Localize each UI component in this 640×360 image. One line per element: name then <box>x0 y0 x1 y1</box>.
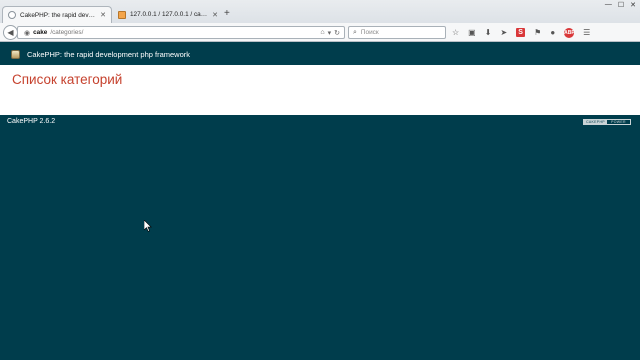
tab-label: 127.0.0.1 / 127.0.0.1 / cake_... <box>130 11 209 18</box>
tab-cakephp[interactable]: CakePHP: the rapid develo... ✕ <box>2 6 112 23</box>
cakephp-power-badge[interactable]: CAKEPHP POWER <box>583 119 631 125</box>
window-controls: — ☐ ✕ <box>605 1 636 9</box>
url-path: /categories/ <box>50 29 84 36</box>
page-header-title[interactable]: CakePHP: the rapid development php frame… <box>27 50 190 59</box>
tab-label: CakePHP: the rapid develo... <box>20 11 97 19</box>
s-extension-icon[interactable]: S <box>516 28 526 37</box>
toolbar-icons: ☆ ▣ ⬇ ➤ S ⚑ ● ABP ☰ <box>452 26 590 39</box>
tab-phpmyadmin[interactable]: 127.0.0.1 / 127.0.0.1 / cake_... ✕ <box>113 6 223 23</box>
phpmyadmin-icon <box>118 10 126 19</box>
adblock-icon[interactable]: ABP <box>564 27 575 38</box>
close-icon[interactable]: ✕ <box>212 11 218 19</box>
mouse-cursor-icon <box>144 220 152 232</box>
search-bar[interactable]: ⌕ Поиск <box>348 26 446 39</box>
chat-icon[interactable]: ● <box>550 28 555 37</box>
maximize-icon[interactable]: ☐ <box>618 1 624 9</box>
page-header: CakePHP: the rapid development php frame… <box>0 43 640 65</box>
arrow-left-icon: ◀ <box>7 28 14 37</box>
menu-icon[interactable]: ☰ <box>583 28 590 37</box>
search-icon: ⌕ <box>353 28 357 36</box>
page-title: Список категорий <box>12 72 123 87</box>
bookmark-star-icon[interactable]: ☆ <box>452 28 459 37</box>
badge-right: POWER <box>611 120 626 124</box>
cake-icon <box>11 49 20 59</box>
dropdown-icon[interactable]: ▾ <box>328 29 332 37</box>
content-area: Список категорий <box>0 65 640 115</box>
new-tab-button[interactable]: + <box>224 8 230 20</box>
download-icon[interactable]: ⬇ <box>485 28 492 37</box>
minimize-icon[interactable]: — <box>605 1 612 9</box>
close-icon[interactable]: ✕ <box>100 11 106 19</box>
close-window-icon[interactable]: ✕ <box>630 1 636 9</box>
back-button[interactable]: ◀ <box>3 25 18 40</box>
globe-icon: ◉ <box>24 29 31 37</box>
nav-bar: ◀ ◉ cake/categories/ ⌂ ▾ ↻ ⌕ Поиск ☆ ▣ ⬇… <box>0 23 640 42</box>
badge-left: CAKEPHP <box>584 120 607 124</box>
url-host: cake <box>33 29 48 36</box>
url-bar[interactable]: ◉ cake/categories/ ⌂ ▾ ↻ <box>17 26 345 39</box>
send-icon[interactable]: ➤ <box>500 28 507 37</box>
search-placeholder: Поиск <box>360 29 379 36</box>
clipboard-icon[interactable]: ▣ <box>468 28 476 37</box>
footer-version: CakePHP 2.6.2 <box>7 118 56 125</box>
tab-strip: CakePHP: the rapid develo... ✕ 127.0.0.1… <box>0 0 640 23</box>
globe-icon <box>8 11 16 19</box>
reload-icon[interactable]: ↻ <box>334 29 340 37</box>
home-icon[interactable]: ⌂ <box>320 29 324 36</box>
flag-icon[interactable]: ⚑ <box>534 28 541 37</box>
